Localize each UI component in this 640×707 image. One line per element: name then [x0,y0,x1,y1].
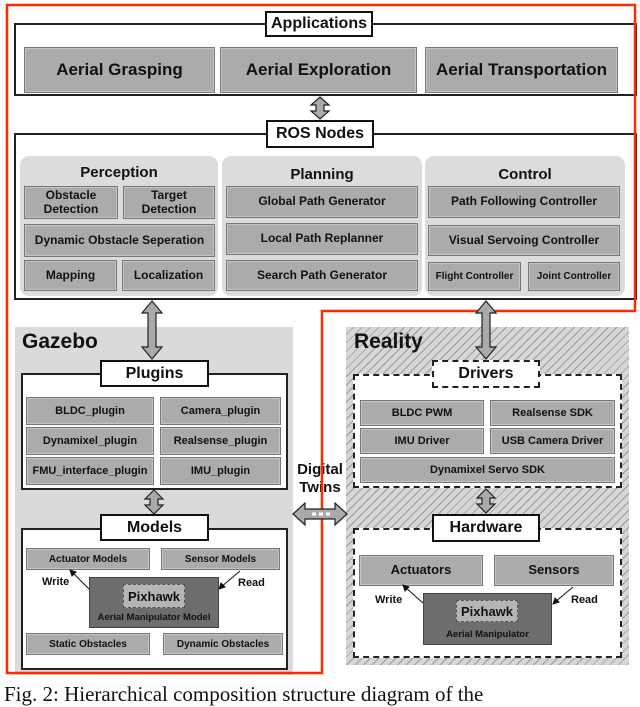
local-path-replanner: Local Path Replanner [226,223,418,255]
global-path-generator: Global Path Generator [226,186,418,218]
aerial-manipulator-model-label: Aerial Manipulator Model [97,612,211,623]
digital-twins-line2: Twins [299,479,341,496]
sensor-models: Sensor Models [161,548,280,570]
realsense-sdk: Realsense SDK [490,400,615,426]
obstacle-detection: Obstacle Detection [24,186,118,219]
write-label: Write [42,576,70,588]
actuator-models: Actuator Models [26,548,150,570]
control-title: Control [498,166,552,183]
path-following-controller: Path Following Controller [428,186,620,218]
app-aerial-grasping: Aerial Grasping [24,47,215,93]
camera-plugin: Camera_plugin [160,397,281,425]
imu-driver: IMU Driver [360,428,484,454]
dynamic-obstacle-seperation: Dynamic Obstacle Seperation [24,224,215,257]
aerial-manipulator-label: Aerial Manipulator [446,629,529,640]
mapping: Mapping [24,260,117,291]
usb-camera-driver: USB Camera Driver [490,428,615,454]
dynamixel-servo-sdk: Dynamixel Servo SDK [360,457,615,483]
reality-title: Reality [354,330,423,353]
dynamixel-plugin: Dynamixel_plugin [26,427,154,455]
visual-servoing-controller: Visual Servoing Controller [428,225,620,256]
drivers-label: Drivers [432,360,540,388]
applications-label: Applications [265,11,373,37]
ros-nodes-label: ROS Nodes [266,120,374,148]
planning-title: Planning [290,166,354,183]
actuators: Actuators [359,555,483,586]
realsense-plugin: Realsense_plugin [160,427,281,455]
static-obstacles: Static Obstacles [26,633,150,655]
digital-twins-arrow-icon [292,501,348,527]
joint-controller: Joint Controller [528,262,620,291]
digital-twins-label: Digital Twins [292,461,348,497]
models-label: Models [100,514,209,541]
apps-ros-arrow-icon [309,96,331,120]
app-aerial-exploration: Aerial Exploration [220,47,417,93]
digital-twins-line1: Digital [297,461,343,478]
figure-caption: Fig. 2: Hierarchical composition structu… [4,682,484,706]
target-detection: Target Detection [123,186,215,219]
read-label: Read [238,577,265,589]
imu-plugin: IMU_plugin [160,457,281,485]
app-aerial-transportation: Aerial Transportation [425,47,618,93]
dynamic-obstacles: Dynamic Obstacles [163,633,283,655]
flight-controller: Flight Controller [428,262,521,291]
pixhawk-sim: Pixhawk [123,584,185,608]
bldc-plugin: BLDC_plugin [26,397,154,425]
fmu-interface-plugin: FMU_interface_plugin [26,457,154,485]
bldc-pwm: BLDC PWM [360,400,484,426]
hw-write-label: Write [375,594,403,606]
sensors: Sensors [494,555,614,586]
localization: Localization [122,260,215,291]
hardware-label: Hardware [432,514,540,542]
gazebo-title: Gazebo [22,330,98,353]
search-path-generator: Search Path Generator [226,260,418,291]
perception-title: Perception [80,164,158,181]
hw-read-label: Read [571,594,598,606]
pixhawk-real: Pixhawk [456,600,518,622]
plugins-label: Plugins [100,360,209,387]
